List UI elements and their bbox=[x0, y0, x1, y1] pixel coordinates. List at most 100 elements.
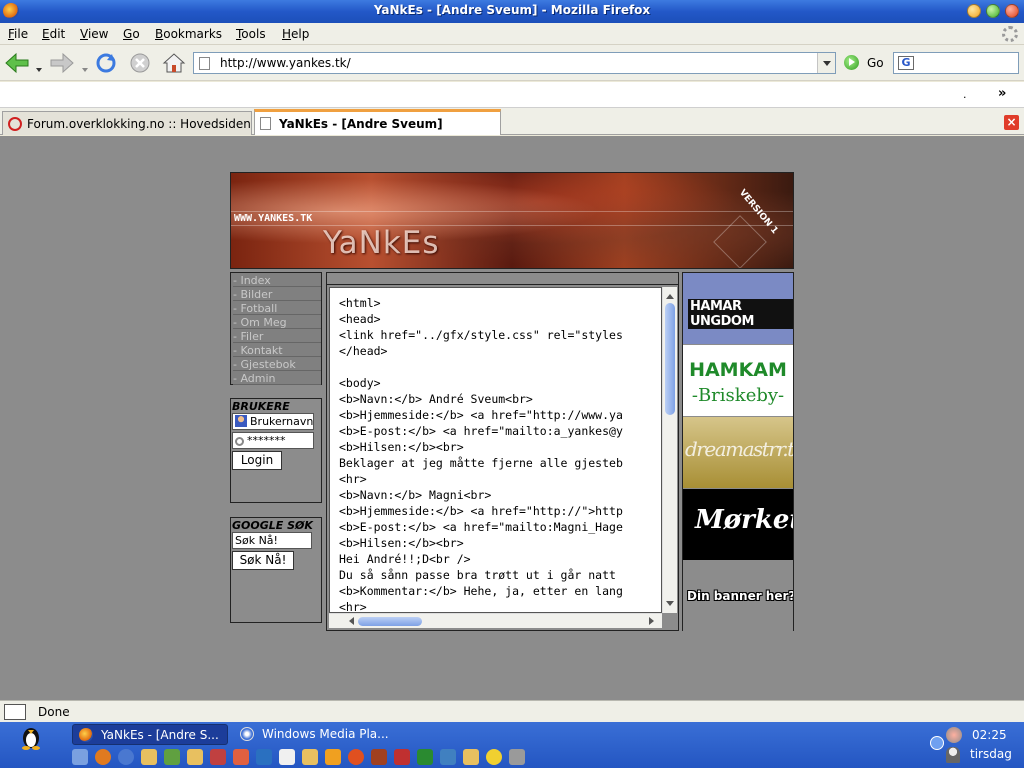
folder-icon[interactable] bbox=[141, 749, 157, 765]
nav-item-bilder[interactable]: - Bilder bbox=[233, 288, 321, 301]
tray-user-icon[interactable] bbox=[946, 747, 960, 763]
scroll-down-icon[interactable] bbox=[666, 601, 674, 610]
code-line: <b>E-post:</b> <a href="mailto:a_yankes@… bbox=[339, 424, 623, 438]
app-icon[interactable] bbox=[417, 749, 433, 765]
vertical-scroll-thumb[interactable] bbox=[665, 303, 675, 415]
nav-item-gjestebok[interactable]: - Gjestebok bbox=[233, 358, 321, 371]
maximize-button[interactable] bbox=[986, 4, 1000, 18]
go-icon bbox=[844, 55, 859, 70]
tray-app-icon[interactable] bbox=[946, 727, 962, 743]
url-history-dropdown[interactable] bbox=[817, 53, 835, 73]
nav-item-admin[interactable]: - Admin bbox=[233, 372, 321, 385]
source-view[interactable]: <html> <head> <link href="../gfx/style.c… bbox=[329, 287, 662, 613]
media-icon[interactable] bbox=[118, 749, 134, 765]
messenger-icon[interactable] bbox=[164, 749, 180, 765]
reload-icon bbox=[96, 53, 116, 73]
tab-forum[interactable]: Forum.overklokking.no :: Hovedsiden bbox=[2, 111, 252, 135]
close-window-button[interactable] bbox=[1005, 4, 1019, 18]
forward-button[interactable] bbox=[50, 52, 74, 74]
banner-your-ad[interactable]: Din banner her? bbox=[683, 561, 793, 632]
password-field[interactable]: ******* bbox=[232, 432, 314, 449]
google-search-button[interactable]: Søk Nå! bbox=[232, 551, 294, 570]
firefox-icon bbox=[79, 728, 93, 742]
firefox-icon[interactable] bbox=[95, 749, 111, 765]
code-line: Du så sånn passe bra trøtt ut i går natt bbox=[339, 568, 616, 582]
menu-tools[interactable]: Tools bbox=[236, 27, 266, 41]
folder-icon[interactable] bbox=[463, 749, 479, 765]
close-tab-button[interactable]: × bbox=[1004, 115, 1019, 130]
taskbar: YaNkEs - [Andre S... Windows Media Pla..… bbox=[0, 722, 1024, 768]
reload-button[interactable] bbox=[94, 52, 118, 74]
banner-dreamastrr[interactable]: dreamastrr.tk bbox=[683, 417, 793, 488]
messenger-icon[interactable] bbox=[486, 749, 502, 765]
terminal-icon[interactable] bbox=[440, 749, 456, 765]
folder-icon[interactable] bbox=[187, 749, 203, 765]
url-bar[interactable]: http://www.yankes.tk/ bbox=[193, 52, 836, 74]
app-icon[interactable] bbox=[325, 749, 341, 765]
menu-edit[interactable]: Edit bbox=[42, 27, 65, 41]
taskbar-firefox[interactable]: YaNkEs - [Andre S... bbox=[72, 724, 228, 745]
folder-icon[interactable] bbox=[302, 749, 318, 765]
app-icon[interactable] bbox=[394, 749, 410, 765]
app-icon[interactable] bbox=[210, 749, 226, 765]
throbber-icon bbox=[1002, 26, 1018, 42]
google-search-input[interactable]: Søk Nå! bbox=[232, 532, 312, 549]
app-icon[interactable] bbox=[233, 749, 249, 765]
minimize-button[interactable] bbox=[967, 4, 981, 18]
menu-help[interactable]: Help bbox=[282, 27, 309, 41]
horizontal-scrollbar[interactable] bbox=[329, 613, 662, 628]
forward-arrow-icon bbox=[50, 52, 74, 74]
menu-bookmarks[interactable]: Bookmarks bbox=[155, 27, 222, 41]
menu-go[interactable]: Go bbox=[123, 27, 140, 41]
nav-item-om-meg[interactable]: - Om Meg bbox=[233, 316, 321, 329]
nav-item-filer[interactable]: - Filer bbox=[233, 330, 321, 343]
scroll-right-icon[interactable] bbox=[649, 617, 658, 625]
google-engine-icon[interactable]: G bbox=[898, 56, 914, 70]
system-tray: 02:25 tirsdag bbox=[930, 722, 1024, 768]
banner-column: HAMAR UNGDOM HAMKAM -Briskeby- dreamastr… bbox=[682, 272, 794, 632]
clock[interactable]: 02:25 bbox=[972, 728, 1007, 742]
nav-item-index[interactable]: - Index bbox=[233, 274, 321, 287]
tools-icon[interactable] bbox=[509, 749, 525, 765]
back-button[interactable] bbox=[5, 52, 29, 74]
app-icon[interactable] bbox=[371, 749, 387, 765]
username-field[interactable]: Brukernavn bbox=[232, 413, 314, 430]
status-text: Done bbox=[38, 705, 70, 719]
bookmarks-toolbar: . » bbox=[0, 82, 1024, 108]
scroll-left-icon[interactable] bbox=[345, 617, 354, 625]
stop-button[interactable] bbox=[128, 52, 152, 74]
start-button[interactable] bbox=[18, 724, 44, 750]
tray-expand-icon[interactable] bbox=[930, 736, 944, 750]
bookmarks-overflow-button[interactable]: » bbox=[998, 86, 1006, 101]
banner-hamar-ungdom[interactable]: HAMAR UNGDOM bbox=[683, 273, 793, 344]
nav-item-fotball[interactable]: - Fotball bbox=[233, 302, 321, 315]
scroll-up-icon[interactable] bbox=[666, 290, 674, 299]
app-icon[interactable] bbox=[348, 749, 364, 765]
quicklaunch-icon[interactable] bbox=[72, 749, 88, 765]
site-banner: WWW.YANKES.TK YaNkEs VERSION 1 bbox=[230, 172, 794, 269]
banner-morketid[interactable]: Mørketid bbox=[683, 489, 793, 560]
app-icon[interactable] bbox=[256, 749, 272, 765]
taskbar-media-player[interactable]: Windows Media Pla... bbox=[234, 724, 394, 745]
forward-dropdown-icon[interactable] bbox=[82, 61, 88, 72]
tab-yankes[interactable]: YaNkEs - [Andre Sveum] bbox=[254, 109, 501, 135]
search-box[interactable]: G bbox=[893, 52, 1019, 74]
code-line: <b>Kommentar:</b> Hehe, ja, etter en lan… bbox=[339, 584, 623, 598]
back-dropdown-icon[interactable] bbox=[36, 61, 42, 72]
penguin-icon bbox=[22, 728, 40, 750]
login-box: BRUKERE Brukernavn ******* Login bbox=[230, 398, 322, 503]
login-title: BRUKERE bbox=[232, 400, 290, 413]
login-button[interactable]: Login bbox=[232, 451, 282, 470]
tab-label: Forum.overklokking.no :: Hovedsiden bbox=[27, 117, 251, 131]
nav-item-kontakt[interactable]: - Kontakt bbox=[233, 344, 321, 357]
window-title: YaNkEs - [Andre Sveum] - Mozilla Firefox bbox=[373, 3, 651, 17]
document-icon[interactable] bbox=[279, 749, 295, 765]
code-line: <head> bbox=[339, 312, 381, 326]
vertical-scrollbar[interactable] bbox=[662, 287, 677, 613]
banner-hamkam[interactable]: HAMKAM -Briskeby- bbox=[683, 345, 793, 416]
horizontal-scroll-thumb[interactable] bbox=[358, 617, 422, 626]
menu-view[interactable]: View bbox=[80, 27, 108, 41]
menu-file[interactable]: File bbox=[8, 27, 28, 41]
home-button[interactable] bbox=[162, 52, 186, 74]
back-arrow-icon bbox=[5, 52, 29, 74]
